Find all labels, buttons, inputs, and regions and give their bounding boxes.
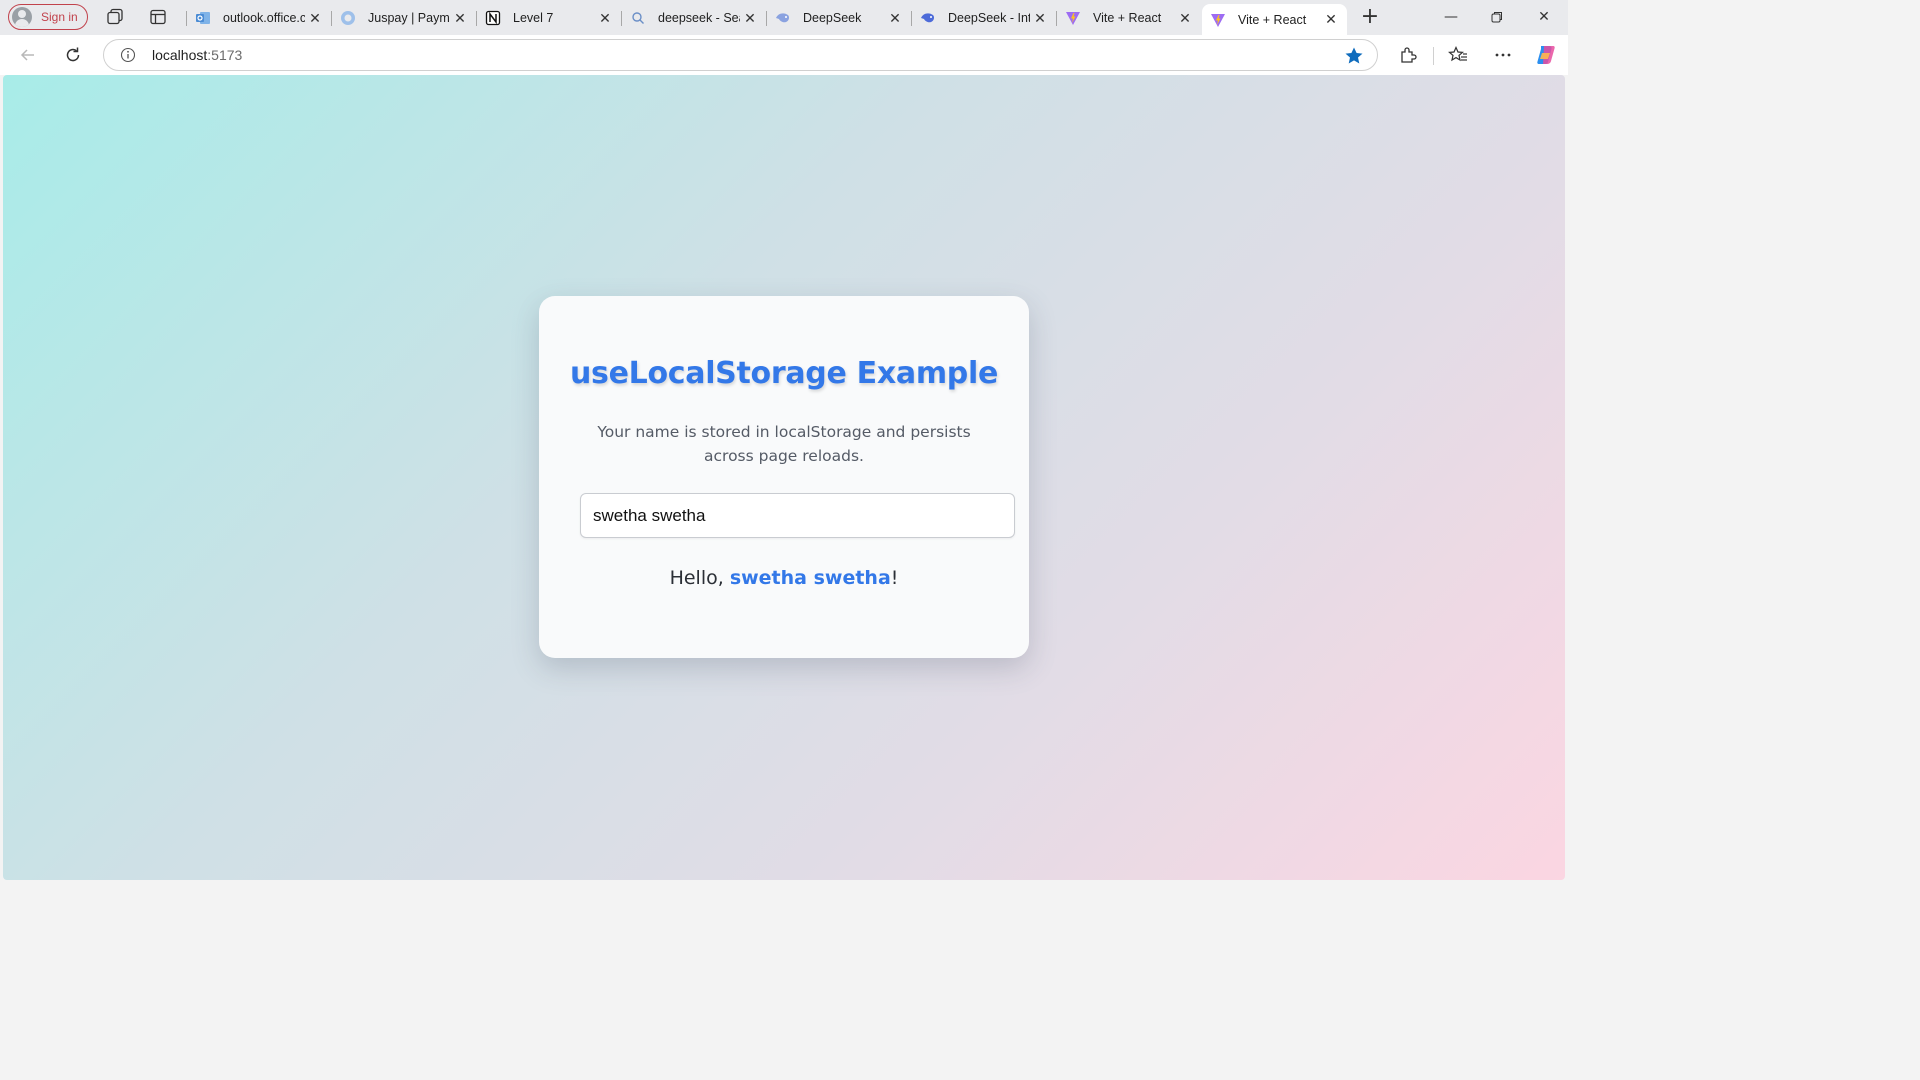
site-info-icon[interactable] <box>120 47 136 63</box>
greeting-name: swetha swetha <box>729 567 891 589</box>
tab-title: Vite + React <box>1093 11 1162 25</box>
search-icon <box>630 10 646 26</box>
profile-avatar-icon <box>12 7 32 27</box>
juspay-icon <box>340 10 356 26</box>
workspaces-icon[interactable] <box>104 6 126 28</box>
toolbar-divider <box>1433 47 1434 65</box>
notion-icon <box>485 10 501 26</box>
window-close-icon[interactable]: ✕ <box>1529 6 1559 28</box>
close-icon[interactable]: ✕ <box>1175 10 1195 27</box>
url-text: localhost:5173 <box>152 47 242 63</box>
tab-title: outlook.office.com <box>223 11 305 25</box>
outlook-icon <box>195 10 211 26</box>
name-input[interactable] <box>580 493 1015 538</box>
tab-vite-react-active[interactable]: Vite + React ✕ <box>1202 4 1347 35</box>
favorite-star-icon[interactable] <box>1344 46 1364 66</box>
tab-title: deepseek - Search <box>658 11 740 25</box>
favorites-icon[interactable] <box>1446 43 1470 67</box>
copilot-icon[interactable] <box>1534 43 1558 67</box>
new-tab-button[interactable]: + <box>1358 5 1382 29</box>
close-icon[interactable]: ✕ <box>450 10 470 27</box>
browser-toolbar: localhost:5173 <box>0 35 1568 75</box>
greeting-suffix: ! <box>890 567 899 589</box>
extensions-icon[interactable] <box>1396 43 1420 67</box>
tab-strip: Sign in outlook.office.com ✕ Juspay | Pa… <box>0 0 1568 35</box>
tab-title: DeepSeek <box>803 11 862 25</box>
close-icon[interactable]: ✕ <box>1030 10 1050 27</box>
more-options-icon[interactable] <box>1491 43 1515 67</box>
url-port: :5173 <box>207 47 243 63</box>
back-arrow-icon[interactable] <box>16 43 40 67</box>
restore-icon[interactable] <box>1482 6 1512 28</box>
url-host: localhost <box>152 47 208 63</box>
close-icon[interactable]: ✕ <box>595 10 615 27</box>
local-storage-card: useLocalStorage Example Your name is sto… <box>539 296 1029 658</box>
greeting-prefix: Hello, <box>669 567 730 589</box>
close-icon[interactable]: ✕ <box>1321 11 1341 28</box>
close-icon[interactable]: ✕ <box>885 10 905 27</box>
vertical-tabs-icon[interactable] <box>147 6 169 28</box>
close-icon[interactable]: ✕ <box>740 10 760 27</box>
vite-icon <box>1065 10 1081 26</box>
tab-title: Level 7 <box>513 11 554 25</box>
deepseek-icon <box>920 10 936 26</box>
address-bar[interactable]: localhost:5173 <box>103 39 1378 71</box>
tab-title: DeepSeek - Into the Unknown <box>948 11 1030 25</box>
tab-title: Vite + React <box>1238 12 1307 27</box>
greeting-text: Hello, swetha swetha! <box>539 567 1029 589</box>
page-title: useLocalStorage Example <box>569 356 998 391</box>
sign-in-button[interactable]: Sign in <box>8 4 88 30</box>
tab-deepseek-intro[interactable]: DeepSeek - Into the Unknown ✕ <box>911 4 1056 32</box>
refresh-icon[interactable] <box>61 43 85 67</box>
tab-juspay[interactable]: Juspay | Payments ✕ <box>331 4 476 32</box>
tab-title: Juspay | Payments <box>368 11 450 25</box>
tab-outlook[interactable]: outlook.office.com ✕ <box>186 4 331 32</box>
close-icon[interactable]: ✕ <box>305 10 325 27</box>
minimize-icon[interactable]: — <box>1436 6 1466 28</box>
vite-icon <box>1210 12 1226 28</box>
tab-vite-react[interactable]: Vite + React ✕ <box>1056 4 1201 32</box>
sign-in-label: Sign in <box>41 10 78 24</box>
tab-notion[interactable]: Level 7 ✕ <box>476 4 621 32</box>
description-text: Your name is stored in localStorage and … <box>597 423 971 465</box>
tab-search[interactable]: deepseek - Search ✕ <box>621 4 766 32</box>
deepseek-icon <box>775 10 791 26</box>
tab-deepseek[interactable]: DeepSeek ✕ <box>766 4 911 32</box>
page-viewport: useLocalStorage Example Your name is sto… <box>3 75 1565 880</box>
